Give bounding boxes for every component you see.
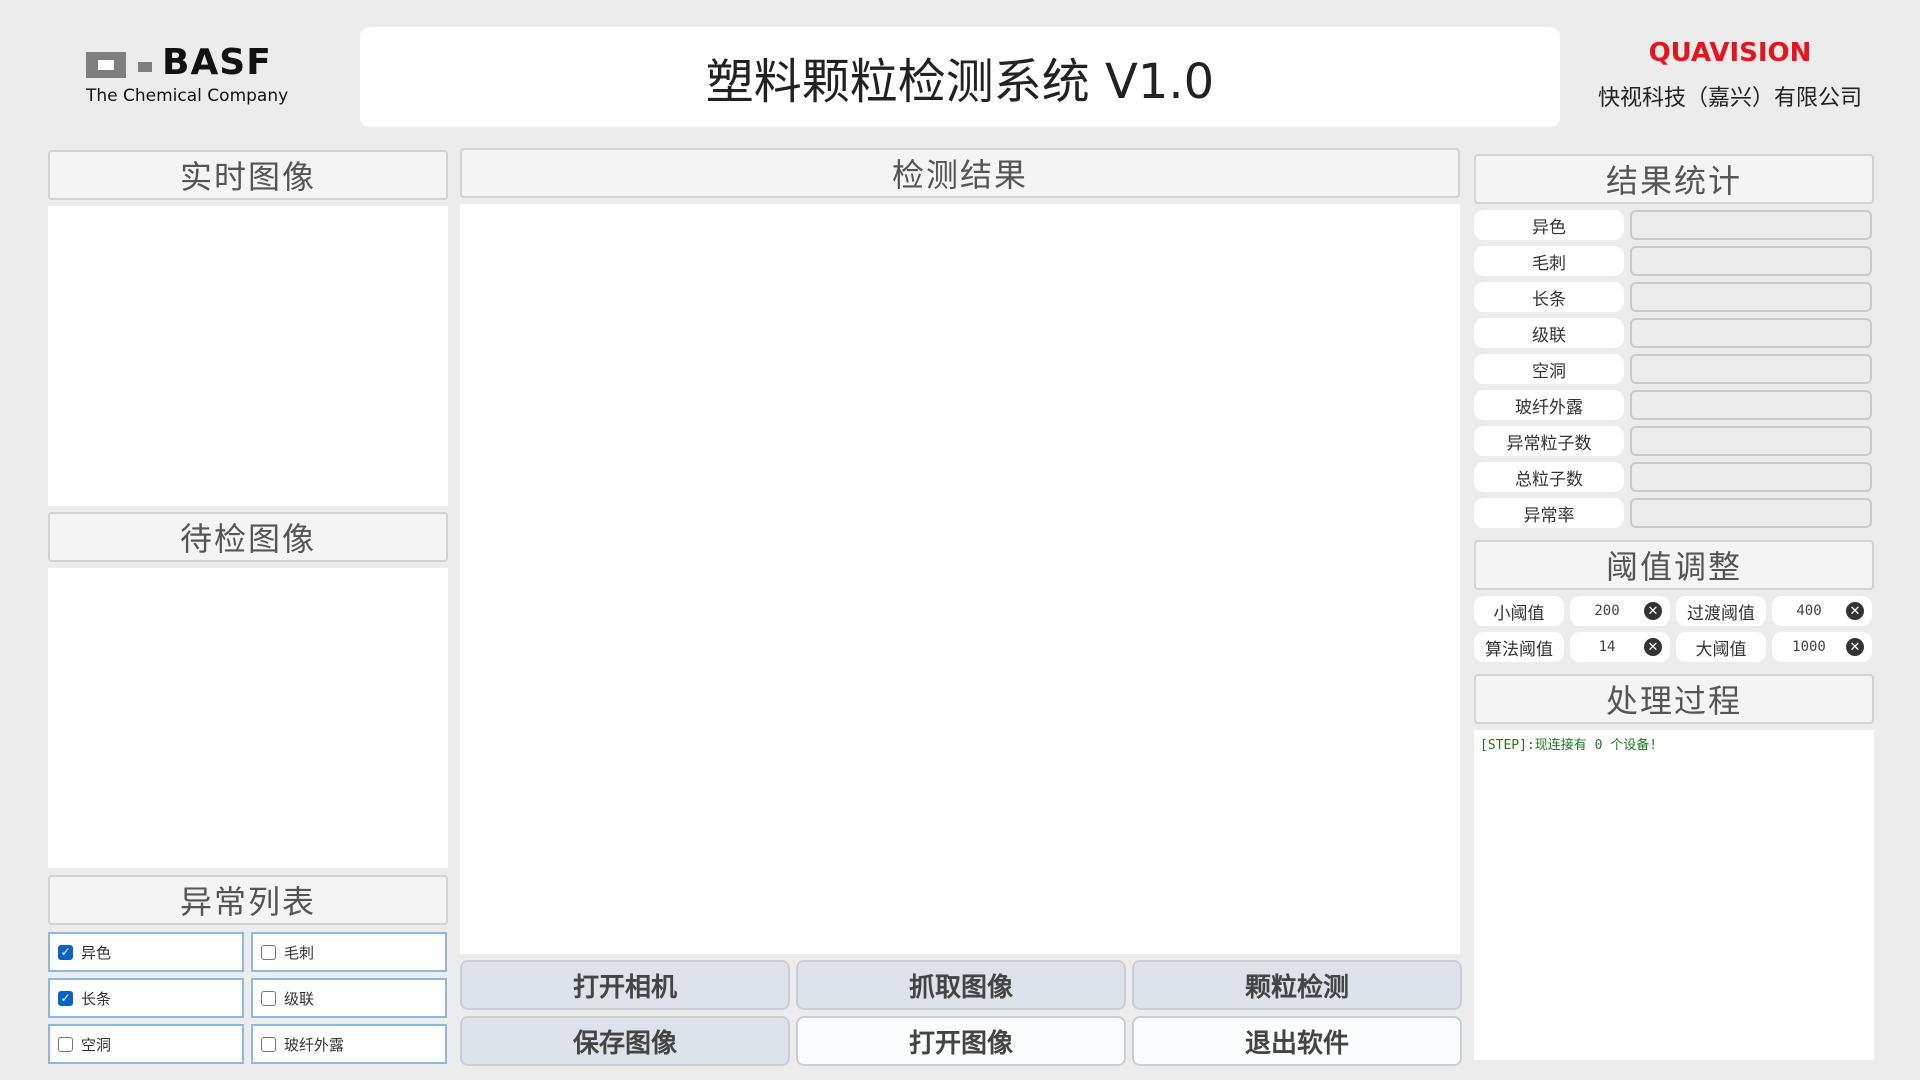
threshold-input-algorithm[interactable]: 14 ✕ xyxy=(1570,632,1670,662)
pending-image-title: 待检图像 xyxy=(179,520,316,558)
stat-label-anomaly-count: 异常粒子数 xyxy=(1474,426,1624,456)
detection-result-view xyxy=(460,204,1460,954)
anomaly-checkbox-strip[interactable]: ✓ 长条 xyxy=(48,978,244,1018)
save-image-button[interactable]: 保存图像 xyxy=(460,1016,790,1066)
detection-result-header: 检测结果 xyxy=(460,148,1460,198)
stat-value-cascade xyxy=(1630,318,1872,348)
detection-result-title: 检测结果 xyxy=(891,156,1028,194)
clear-icon[interactable]: ✕ xyxy=(1846,638,1864,656)
anomaly-checkbox-color[interactable]: ✓ 异色 xyxy=(48,932,244,972)
threshold-value: 14 xyxy=(1598,639,1616,655)
stat-label-total-count: 总粒子数 xyxy=(1474,462,1624,492)
anomaly-list-header: 异常列表 xyxy=(48,875,448,925)
process-log[interactable]: [STEP]:现连接有 0 个设备! xyxy=(1474,730,1874,1060)
title-bar: 塑料颗粒检测系统 V1.0 xyxy=(360,27,1560,127)
checkbox-unchecked-icon xyxy=(261,1036,276,1052)
stat-label-cascade: 级联 xyxy=(1474,318,1624,348)
anomaly-checkbox-glass-fiber[interactable]: 玻纤外露 xyxy=(251,1024,447,1064)
stat-label-strip: 长条 xyxy=(1474,282,1624,312)
checkbox-unchecked-icon xyxy=(261,944,276,960)
stat-value-glass-fiber xyxy=(1630,390,1872,420)
stat-label-color: 异色 xyxy=(1474,210,1624,240)
realtime-image-header: 实时图像 xyxy=(48,150,448,200)
anomaly-checkbox-burr[interactable]: 毛刺 xyxy=(251,932,447,972)
realtime-image-title: 实时图像 xyxy=(179,158,316,196)
stat-label-glass-fiber: 玻纤外露 xyxy=(1474,390,1624,420)
pending-image-header: 待检图像 xyxy=(48,512,448,562)
stat-value-burr xyxy=(1630,246,1872,276)
checkbox-unchecked-icon xyxy=(58,1036,73,1052)
clear-icon[interactable]: ✕ xyxy=(1846,602,1864,620)
threshold-header: 阈值调整 xyxy=(1474,540,1874,590)
basf-tagline: The Chemical Company xyxy=(86,86,289,106)
basf-logo: BASF The Chemical Company xyxy=(84,42,324,110)
basf-logo-mark xyxy=(86,52,126,78)
app-title: 塑料颗粒检测系统 V1.0 xyxy=(705,54,1215,110)
checkbox-label: 异色 xyxy=(81,943,112,962)
open-camera-button[interactable]: 打开相机 xyxy=(460,960,790,1010)
stat-value-strip xyxy=(1630,282,1872,312)
stat-value-anomaly-count xyxy=(1630,426,1872,456)
log-line: [STEP]:现连接有 0 个设备! xyxy=(1480,738,1658,753)
threshold-value: 400 xyxy=(1796,603,1822,619)
stat-value-anomaly-rate xyxy=(1630,498,1872,528)
checkbox-label: 级联 xyxy=(284,989,315,1008)
realtime-image-view xyxy=(48,206,448,506)
checkbox-checked-icon: ✓ xyxy=(58,944,73,960)
result-stats-title: 结果统计 xyxy=(1605,162,1742,200)
threshold-label-large: 大阈值 xyxy=(1676,632,1766,662)
pending-image-view xyxy=(48,568,448,868)
company-name: 快视科技（嘉兴）有限公司 xyxy=(1597,86,1862,111)
checkbox-unchecked-icon xyxy=(261,990,276,1006)
particle-detect-button[interactable]: 颗粒检测 xyxy=(1132,960,1462,1010)
threshold-label-algorithm: 算法阈值 xyxy=(1474,632,1564,662)
clear-icon[interactable]: ✕ xyxy=(1644,638,1662,656)
threshold-input-large[interactable]: 1000 ✕ xyxy=(1772,632,1872,662)
checkbox-label: 空洞 xyxy=(81,1035,112,1054)
checkbox-label: 玻纤外露 xyxy=(284,1035,345,1054)
threshold-input-transition[interactable]: 400 ✕ xyxy=(1772,596,1872,626)
stat-value-hole xyxy=(1630,354,1872,384)
process-header: 处理过程 xyxy=(1474,674,1874,724)
process-title: 处理过程 xyxy=(1605,682,1742,720)
open-image-button[interactable]: 打开图像 xyxy=(796,1016,1126,1066)
checkbox-label: 长条 xyxy=(81,989,112,1008)
stat-label-hole: 空洞 xyxy=(1474,354,1624,384)
checkbox-label: 毛刺 xyxy=(284,943,315,962)
result-stats-header: 结果统计 xyxy=(1474,154,1874,204)
threshold-title: 阈值调整 xyxy=(1605,548,1742,586)
anomaly-checkbox-hole[interactable]: 空洞 xyxy=(48,1024,244,1064)
threshold-value: 200 xyxy=(1594,603,1620,619)
threshold-label-transition: 过渡阈值 xyxy=(1676,596,1766,626)
stat-value-total-count xyxy=(1630,462,1872,492)
exit-software-button[interactable]: 退出软件 xyxy=(1132,1016,1462,1066)
stat-value-color xyxy=(1630,210,1872,240)
clear-icon[interactable]: ✕ xyxy=(1644,602,1662,620)
anomaly-list-title: 异常列表 xyxy=(179,883,316,921)
threshold-value: 1000 xyxy=(1792,639,1826,655)
anomaly-checkbox-cascade[interactable]: 级联 xyxy=(251,978,447,1018)
brand-name: QUAVISION xyxy=(1648,38,1812,68)
threshold-input-small[interactable]: 200 ✕ xyxy=(1570,596,1670,626)
stat-label-anomaly-rate: 异常率 xyxy=(1474,498,1624,528)
stat-label-burr: 毛刺 xyxy=(1474,246,1624,276)
capture-image-button[interactable]: 抓取图像 xyxy=(796,960,1126,1010)
basf-wordmark: BASF xyxy=(162,42,272,83)
checkbox-checked-icon: ✓ xyxy=(58,990,73,1006)
threshold-label-small: 小阈值 xyxy=(1474,596,1564,626)
